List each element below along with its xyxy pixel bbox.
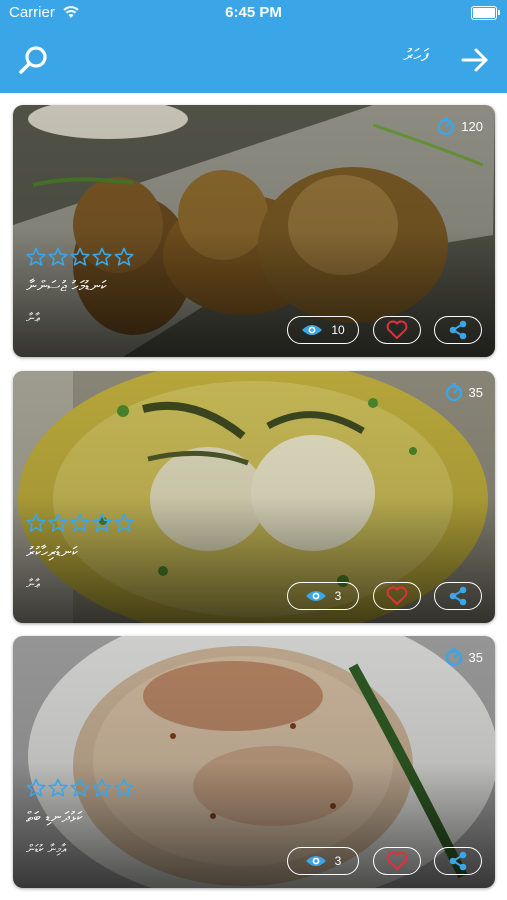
share-button[interactable] — [434, 316, 482, 344]
recipe-name: ކަޅުދަނޑި ބަތް — [26, 808, 83, 826]
star-outline-icon — [114, 513, 134, 532]
star-outline-icon — [70, 513, 90, 532]
star-outline-icon — [26, 247, 46, 266]
recipe-author: ޢާނާ — [26, 311, 40, 325]
arrow-right-icon — [461, 48, 488, 72]
view-count: 3 — [334, 589, 342, 603]
status-bar: Carrier 6:45 PM — [0, 0, 507, 26]
search-icon — [19, 46, 47, 74]
rating-stars — [26, 778, 134, 798]
photo-overlay — [13, 636, 495, 888]
views-counter[interactable]: 10 — [287, 316, 359, 344]
star-outline-icon — [114, 778, 134, 797]
star-outline-icon — [26, 513, 46, 532]
recipe-name: ކަނޑުމަހު ޖުސަންނާ — [26, 277, 107, 295]
star-outline-icon — [92, 247, 112, 266]
rating-stars — [26, 513, 134, 533]
view-count: 10 — [331, 323, 345, 337]
recipe-name: ކަނޑުރިހާކުރު — [26, 543, 78, 561]
star-outline-icon — [26, 778, 46, 797]
share-icon — [449, 320, 467, 340]
recipe-card[interactable]: 35 ކަނޑުރިހާކުރު ޢާނާ 3 — [13, 371, 495, 623]
photo-overlay — [13, 105, 495, 357]
star-outline-icon — [92, 513, 112, 532]
timer-icon — [445, 383, 462, 401]
like-button[interactable] — [373, 847, 421, 875]
cook-time-value: 35 — [468, 649, 483, 665]
recipe-author: ޢާނާ — [26, 577, 40, 591]
star-outline-icon — [48, 778, 68, 797]
search-button[interactable] — [18, 44, 50, 76]
battery-icon — [471, 6, 500, 20]
top-app-bar: Carrier 6:45 PM ފަހަރު — [0, 0, 507, 93]
heart-icon — [386, 586, 408, 605]
star-outline-icon — [92, 778, 112, 797]
share-icon — [449, 851, 467, 871]
star-outline-icon — [48, 513, 68, 532]
star-outline-icon — [70, 778, 90, 797]
recipe-card[interactable]: 120 ކަނޑުމަހު ޖުސަންނާ ޢާނާ 10 — [13, 105, 495, 357]
share-button[interactable] — [434, 847, 482, 875]
photo-overlay — [13, 371, 495, 623]
view-count: 3 — [334, 854, 342, 868]
cook-time-value: 35 — [468, 384, 483, 400]
cook-time: 35 — [445, 648, 483, 666]
status-time: 6:45 PM — [225, 4, 282, 21]
cook-time-value: 120 — [461, 118, 483, 134]
timer-icon — [445, 648, 462, 666]
page-title: ފަހަރު — [403, 46, 428, 66]
eye-icon — [305, 591, 326, 601]
eye-icon — [305, 856, 326, 866]
share-icon — [449, 586, 467, 606]
views-counter[interactable]: 3 — [287, 582, 359, 610]
heart-icon — [386, 320, 408, 339]
forward-button[interactable] — [460, 46, 490, 74]
cook-time: 35 — [445, 383, 483, 401]
timer-icon — [438, 117, 455, 135]
recipe-card[interactable]: 35 ކަޅުދަނޑި ބަތް އާމިނާ ކުޑަން 3 — [13, 636, 495, 888]
share-button[interactable] — [434, 582, 482, 610]
star-outline-icon — [48, 247, 68, 266]
eye-icon — [302, 325, 323, 335]
like-button[interactable] — [373, 316, 421, 344]
like-button[interactable] — [373, 582, 421, 610]
rating-stars — [26, 247, 134, 267]
views-counter[interactable]: 3 — [287, 847, 359, 875]
heart-icon — [386, 851, 408, 870]
recipe-author: އާމިނާ ކުޑަން — [26, 842, 67, 856]
cook-time: 120 — [437, 117, 483, 135]
star-outline-icon — [70, 247, 90, 266]
star-outline-icon — [114, 247, 134, 266]
